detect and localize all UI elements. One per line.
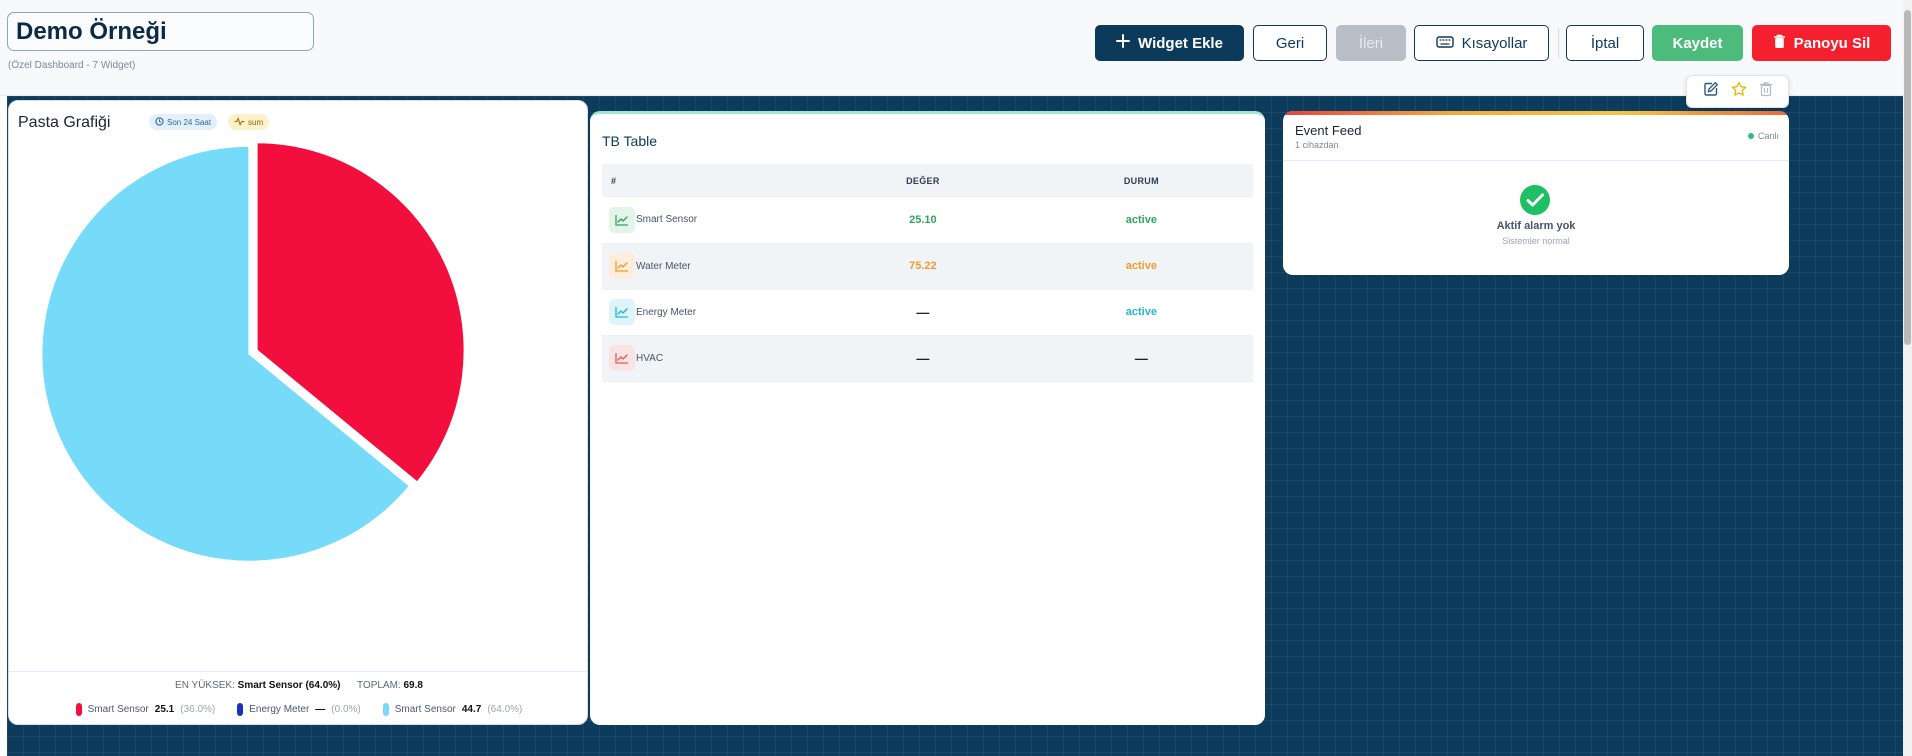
- data-table: # DEĞER DURUM Smart Sensor 25.10 active …: [602, 164, 1253, 382]
- delete-panel-button[interactable]: Panoyu Sil: [1752, 25, 1891, 61]
- forward-label: İleri: [1358, 34, 1384, 52]
- shortcuts-button[interactable]: Kısayollar: [1414, 25, 1549, 61]
- row-status: active: [1125, 306, 1157, 318]
- table-widget-title: TB Table: [602, 133, 657, 149]
- widget-action-toolbar: [1686, 75, 1789, 108]
- save-button[interactable]: Kaydet: [1652, 25, 1743, 61]
- feed-accent-bar: [1283, 111, 1789, 115]
- pie-chart-widget[interactable]: Pasta Grafiği Son 24 Saat sum EN YÜKSEK:…: [8, 100, 588, 725]
- toolbar-divider: [1558, 28, 1559, 58]
- row-name: Smart Sensor: [636, 197, 816, 244]
- forward-button[interactable]: İleri: [1336, 25, 1406, 61]
- time-range-label: Son 24 Saat: [167, 117, 212, 127]
- trash-icon[interactable]: [1759, 81, 1773, 102]
- column-header-name: [636, 164, 816, 197]
- legend-percent: (36.0%): [180, 704, 216, 715]
- no-alarm-subtitle: Sistemler normal: [1502, 236, 1570, 246]
- dashboard-subtitle: (Özel Dashboard - 7 Widget): [8, 60, 136, 71]
- feed-subtitle: 1 cihazdan: [1295, 140, 1339, 150]
- tb-table-widget[interactable]: TB Table # DEĞER DURUM Smart Sensor 25.1…: [590, 111, 1265, 725]
- trash-icon: [1773, 34, 1786, 53]
- row-status: active: [1125, 260, 1157, 272]
- column-header-index[interactable]: #: [602, 164, 636, 197]
- plus-icon: [1116, 34, 1131, 52]
- legend-percent: (64.0%): [487, 704, 523, 715]
- keyboard-icon: [1435, 35, 1454, 52]
- add-widget-label: Widget Ekle: [1138, 34, 1223, 52]
- legend-percent: (0.0%): [331, 704, 361, 715]
- vertical-scrollbar[interactable]: [1903, 0, 1912, 756]
- legend-item[interactable]: Smart Sensor 44.7 (64.0%): [382, 703, 523, 716]
- aggregation-chip[interactable]: sum: [228, 114, 270, 130]
- legend-name: Smart Sensor: [87, 704, 149, 715]
- shortcuts-label: Kısayollar: [1461, 34, 1528, 52]
- star-icon[interactable]: [1731, 81, 1747, 102]
- trend-icon: [609, 206, 635, 233]
- row-status: —: [1134, 350, 1148, 366]
- table-row[interactable]: Smart Sensor 25.10 active: [602, 197, 1253, 244]
- legend-value: —: [315, 704, 326, 715]
- table-row[interactable]: Energy Meter — active: [602, 289, 1253, 336]
- trend-icon: [609, 299, 635, 325]
- legend-name: Energy Meter: [249, 704, 310, 715]
- legend-name: Smart Sensor: [394, 704, 456, 715]
- legend-item[interactable]: Energy Meter — (0.0%): [237, 703, 361, 716]
- highest-value: Smart Sensor (64.0%): [237, 680, 341, 691]
- feed-divider: [1283, 160, 1789, 161]
- delete-panel-label: Panoyu Sil: [1793, 34, 1871, 52]
- save-label: Kaydet: [1672, 34, 1723, 52]
- live-label: Canlı: [1757, 131, 1779, 141]
- dashboard-app: Demo Örneği (Özel Dashboard - 7 Widget) …: [0, 0, 1912, 756]
- row-value: —: [916, 304, 930, 320]
- trend-icon: [609, 253, 635, 279]
- scrollbar-thumb[interactable]: [1904, 10, 1911, 345]
- dashboard-header: Demo Örneği (Özel Dashboard - 7 Widget) …: [0, 0, 1903, 96]
- pie-legend: Smart Sensor 25.1 (36.0%) Energy Meter —…: [9, 703, 587, 716]
- feed-title: Event Feed: [1295, 123, 1362, 138]
- table-row[interactable]: HVAC — —: [602, 335, 1253, 382]
- row-name: HVAC: [636, 335, 816, 382]
- pie-summary-footer: EN YÜKSEK: Smart Sensor (64.0%) TOPLAM: …: [9, 671, 587, 724]
- legend-swatch: [75, 703, 82, 716]
- legend-swatch: [237, 703, 244, 716]
- row-name: Energy Meter: [636, 289, 816, 336]
- dashboard-title-input[interactable]: Demo Örneği: [7, 12, 314, 51]
- total-value: 69.8: [403, 680, 423, 691]
- row-value: —: [916, 350, 930, 366]
- row-value: 75.22: [909, 260, 937, 272]
- pie-stat-line: EN YÜKSEK: Smart Sensor (64.0%) TOPLAM: …: [9, 680, 587, 691]
- row-status: active: [1125, 213, 1157, 226]
- legend-value: 44.7: [461, 704, 482, 715]
- edit-icon[interactable]: [1703, 81, 1719, 102]
- clock-icon: [155, 116, 164, 128]
- back-label: Geri: [1275, 34, 1305, 52]
- row-value: 25.10: [909, 213, 937, 226]
- pie-widget-title: Pasta Grafiği: [18, 114, 111, 131]
- no-alarm-title: Aktif alarm yok: [1496, 220, 1576, 232]
- aggregation-label: sum: [248, 117, 264, 127]
- table-row[interactable]: Water Meter 75.22 active: [602, 243, 1253, 290]
- back-button[interactable]: Geri: [1253, 25, 1327, 61]
- table-header-row: # DEĞER DURUM: [602, 164, 1253, 197]
- check-circle-icon: [1519, 184, 1551, 221]
- add-widget-button[interactable]: Widget Ekle: [1095, 25, 1244, 61]
- pie-chart: [40, 141, 466, 563]
- column-header-value[interactable]: DEĞER: [816, 164, 1030, 197]
- row-name: Water Meter: [636, 243, 816, 290]
- legend-item[interactable]: Smart Sensor 25.1 (36.0%): [75, 703, 216, 716]
- live-indicator: Canlı: [1747, 131, 1779, 141]
- time-range-chip[interactable]: Son 24 Saat: [149, 114, 218, 130]
- pulse-icon: [234, 116, 245, 128]
- cancel-label: İptal: [1590, 34, 1620, 52]
- live-dot: [1747, 133, 1754, 139]
- event-feed-widget[interactable]: Event Feed 1 cihazdan Canlı Aktif alarm …: [1283, 111, 1789, 275]
- legend-value: 25.1: [154, 704, 175, 715]
- highest-label: EN YÜKSEK:: [175, 680, 235, 691]
- cancel-button[interactable]: İptal: [1566, 25, 1644, 61]
- legend-swatch: [382, 703, 389, 716]
- total-label: TOPLAM:: [356, 680, 401, 691]
- column-header-status[interactable]: DURUM: [1029, 164, 1253, 197]
- trend-icon: [609, 345, 635, 371]
